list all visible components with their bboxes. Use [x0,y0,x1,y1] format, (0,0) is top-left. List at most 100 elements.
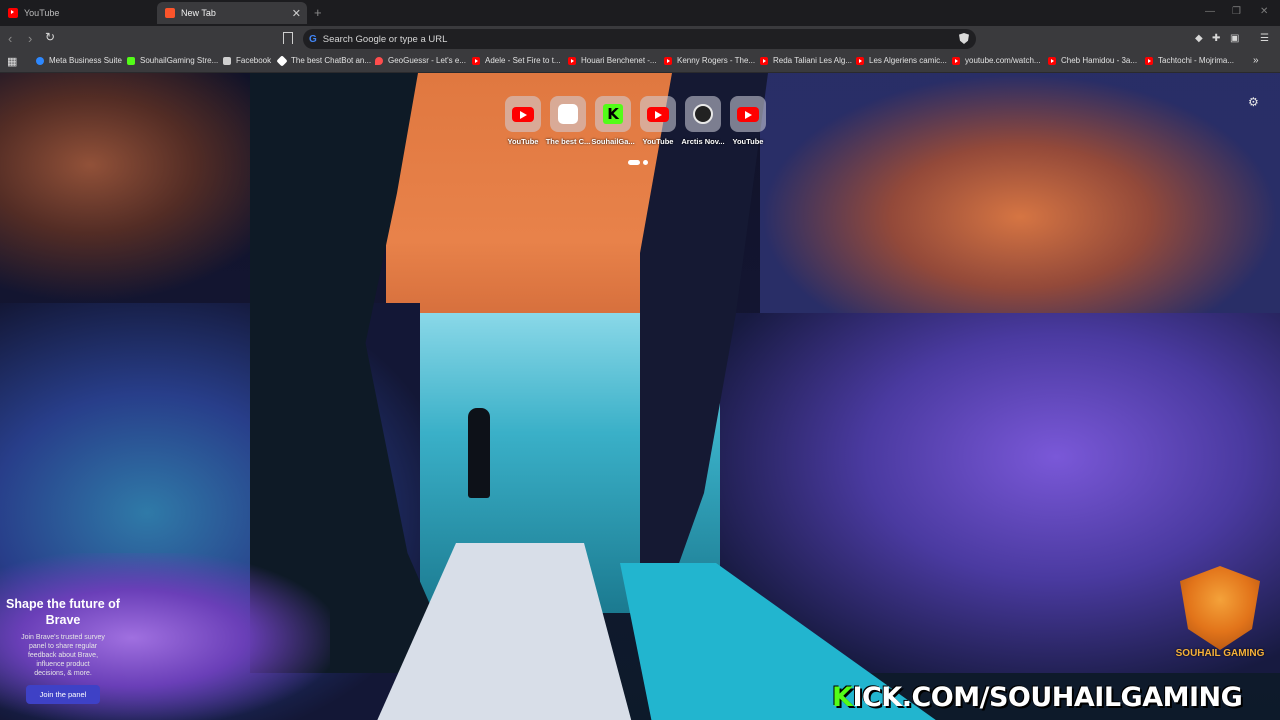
bookmark-item[interactable]: Les Algeriens camic... [856,56,947,65]
back-icon[interactable]: ‹ [8,31,12,46]
wallet-icon[interactable]: ▣ [1230,33,1239,44]
top-site-label: YouTube [732,137,764,146]
top-sites-pager [628,160,648,165]
bookmark-page-icon[interactable] [283,32,293,44]
youtube-icon [647,106,669,122]
forward-icon[interactable]: › [28,31,32,46]
pager-dot[interactable] [643,160,648,165]
bookmark-label: Facebook [236,56,272,65]
top-site-label: YouTube [507,137,539,146]
reload-icon[interactable]: ↻ [45,30,55,44]
chatbot-icon [276,54,288,67]
kick-letter: K [832,682,853,713]
tab-title: New Tab [181,8,216,18]
extensions-icon[interactable]: ✚ [1212,33,1220,44]
wallpaper-foliage [760,73,1280,313]
youtube-icon [952,56,960,65]
bookmark-item[interactable]: Meta Business Suite [36,56,122,65]
survey-title: Shape the future of Brave [6,597,120,627]
join-panel-button[interactable]: Join the panel [25,685,101,704]
restore-icon[interactable]: ❐ [1232,6,1241,17]
top-site-label: SouhailGa... [591,137,635,146]
bookmark-item[interactable]: SouhailGaming Stre... [127,56,218,65]
bookmark-label: Meta Business Suite [49,56,122,65]
youtube-icon [760,56,768,65]
kick-url-text: ICK.COM/SOUHAILGAMING [852,682,1243,713]
bookmark-item[interactable]: Facebook [223,56,271,65]
bookmark-label: Houari Benchenet -... [581,56,657,65]
bookmark-item[interactable]: Cheb Hamidou - 3a... [1048,56,1137,65]
address-bar[interactable]: G Search Google or type a URL [303,29,976,49]
top-site-tile[interactable]: Arctis Nov... [681,96,725,146]
bookmark-item[interactable]: The best ChatBot an... [276,54,372,67]
top-site-label: YouTube [642,137,674,146]
top-site-tile[interactable]: YouTube [730,96,766,146]
google-icon: G [309,33,317,45]
top-site-label: Arctis Nov... [681,137,725,146]
top-site-tile[interactable]: YouTube [640,96,676,146]
top-sites: YouTube The best C... K SouhailGa... You… [505,96,766,146]
more-bookmarks-icon[interactable]: » [1253,55,1259,66]
geoguessr-icon [375,56,383,65]
bookmark-item[interactable]: GeoGuessr - Let's e... [375,56,466,65]
tab-new-tab[interactable]: New Tab ✕ [157,2,307,24]
youtube-icon [737,106,759,122]
bookmark-label: Adele - Set Fire to t... [485,56,561,65]
survey-body: Join Brave's trusted survey panel to sha… [21,634,105,677]
youtube-icon [568,56,576,65]
background-wallpaper [0,73,1280,720]
chatbot-icon [558,104,578,124]
youtube-icon [1048,56,1056,65]
bookmark-label: Les Algeriens camic... [869,56,947,65]
brave-icon [165,8,175,18]
bookmark-label: Cheb Hamidou - 3a... [1061,56,1138,65]
bookmark-label: The best ChatBot an... [291,56,372,65]
survey-panel-card: Shape the future of Brave Join Brave's t… [0,596,126,704]
meta-icon [36,56,44,65]
tab-title: YouTube [24,8,60,18]
address-bar-placeholder: Search Google or type a URL [322,33,448,45]
toolbar: ‹ › ↻ G Search Google or type a URL ◆ ✚ … [0,26,1280,52]
bookmark-label: Kenny Rogers - The... [677,56,756,65]
menu-icon[interactable]: ☰ [1260,33,1269,44]
tab-youtube[interactable]: YouTube [0,2,150,24]
bookmark-label: Tachtochi - Mojrima... [1158,56,1235,65]
customize-gear-icon[interactable]: ⚙ [1248,95,1259,109]
bookmark-item[interactable]: Houari Benchenet -... [568,56,657,65]
youtube-icon [472,56,480,65]
kick-url-overlay: KICK.COM/SOUHAILGAMING [832,682,1243,713]
wallpaper-person-silhouette [468,408,490,498]
bookmark-label: youtube.com/watch... [965,56,1041,65]
top-site-label: The best C... [545,137,591,146]
new-tab-plus-icon[interactable]: + [314,5,322,20]
youtube-icon [512,106,534,122]
top-site-tile[interactable]: The best C... [546,96,590,146]
bookmark-label: GeoGuessr - Let's e... [388,56,467,65]
minimize-icon[interactable]: — [1205,6,1215,17]
tab-strip: YouTube New Tab ✕ + — ❐ ✕ [0,0,1280,26]
apps-grid-icon[interactable]: ▦ [7,55,17,68]
youtube-icon [1145,56,1153,65]
bookmark-item[interactable]: youtube.com/watch... [952,56,1041,65]
youtube-icon [8,8,18,18]
youtube-icon [856,56,864,65]
logo-text: SOUHAIL GAMING [1175,648,1265,659]
kick-icon: K [603,104,623,124]
bookmarks-bar: ▦ Meta Business Suite SouhailGaming Stre… [0,52,1280,73]
close-tab-icon[interactable]: ✕ [292,7,301,20]
brave-rewards-icon[interactable]: ◆ [1195,33,1203,44]
bookmark-item[interactable]: Kenny Rogers - The... [664,56,755,65]
bookmark-item[interactable]: Adele - Set Fire to t... [472,56,561,65]
page-icon [223,56,231,65]
top-site-tile[interactable]: K SouhailGa... [591,96,635,146]
youtube-icon [664,56,672,65]
close-window-icon[interactable]: ✕ [1260,6,1268,17]
bookmark-label: SouhailGaming Stre... [140,56,219,65]
bookmark-item[interactable]: Tachtochi - Mojrima... [1145,56,1234,65]
steelseries-icon [693,104,713,124]
top-site-tile[interactable]: YouTube [505,96,541,146]
bookmark-item[interactable]: Reda Taliani Les Alg... [760,56,852,65]
kick-icon [127,56,135,65]
bookmark-label: Reda Taliani Les Alg... [773,56,853,65]
pager-dot-active[interactable] [628,160,640,165]
